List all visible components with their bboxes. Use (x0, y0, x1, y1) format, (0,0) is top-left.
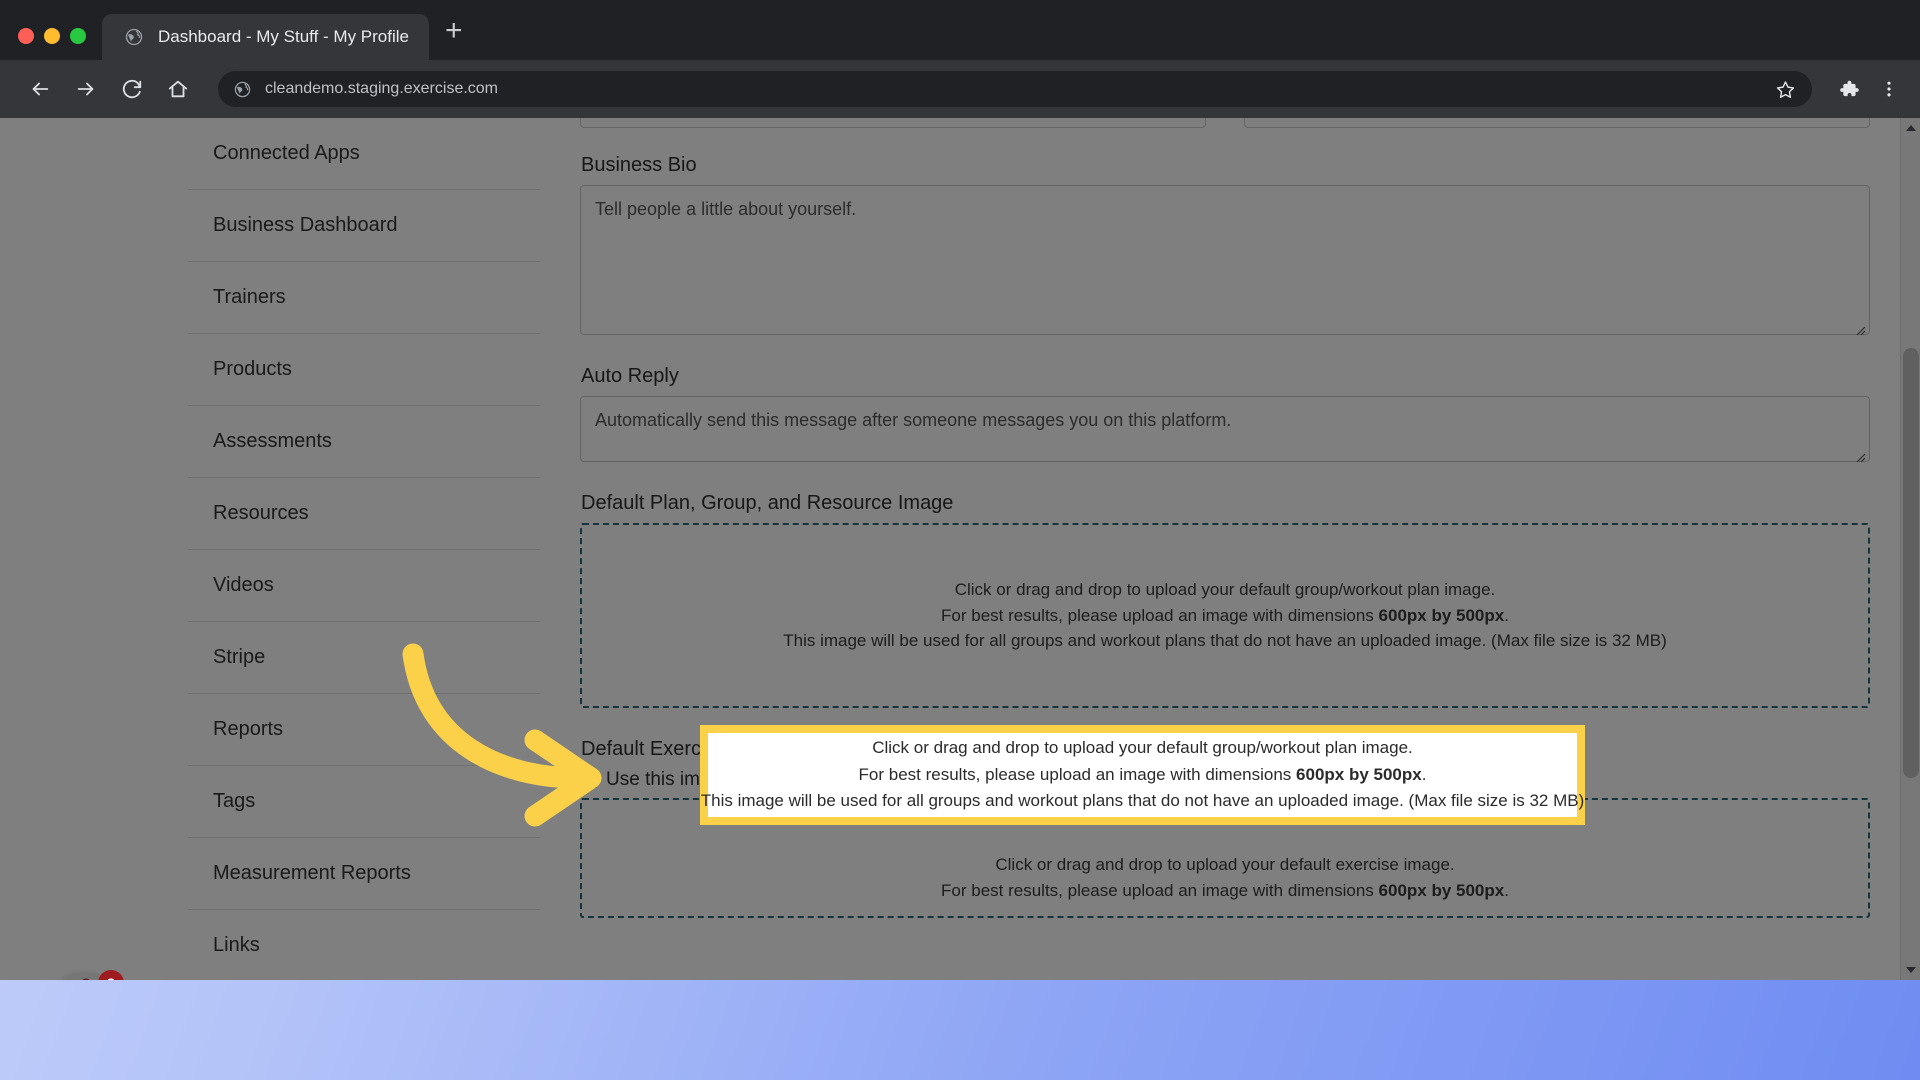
resize-grip-icon[interactable] (1854, 447, 1866, 463)
sidebar-item-label: Tags (213, 790, 256, 812)
page-scrollbar[interactable] (1900, 118, 1920, 980)
auto-reply-placeholder: Automatically send this message after so… (595, 410, 1232, 430)
desktop-background: Dashboard - My Stuff - My Profile + clea… (0, 0, 1920, 1080)
use-image-for-every-exercise-label: Use this image for every exercise, inclu… (606, 769, 1273, 790)
browser-tab[interactable]: Dashboard - My Stuff - My Profile (102, 14, 429, 60)
sidebar-item-products[interactable]: Products (188, 334, 540, 406)
reload-icon[interactable] (112, 69, 152, 109)
sidebar-item-label: Links (213, 934, 260, 956)
scrollbar-thumb[interactable] (1903, 348, 1919, 778)
sidebar-item-label: Business Dashboard (213, 214, 398, 236)
auto-reply-label: Auto Reply (581, 365, 679, 387)
arrow-left-icon[interactable] (20, 69, 60, 109)
business-bio-placeholder: Tell people a little about yourself. (595, 199, 857, 219)
sidebar-item-measurement-reports[interactable]: Measurement Reports (188, 838, 540, 910)
minimize-window-button[interactable] (44, 28, 60, 44)
sidebar-item-label: Stripe (213, 646, 266, 668)
web-page: Connected Apps Business Dashboard Traine… (0, 118, 1920, 980)
sidebar-item-label: Measurement Reports (213, 862, 411, 884)
sidebar-item-reports[interactable]: Reports (188, 694, 540, 766)
dropzone-line-3: This image will be used for all groups a… (783, 631, 1667, 651)
sidebar-item-label: Trainers (213, 286, 286, 308)
window-controls (0, 28, 102, 60)
sidebar-item-label: Videos (213, 574, 274, 596)
auto-reply-textarea[interactable]: Automatically send this message after so… (580, 396, 1870, 463)
three-dot-menu-icon[interactable] (1872, 72, 1906, 106)
partial-select-input-right[interactable] (1244, 118, 1870, 128)
maximize-window-button[interactable] (70, 28, 86, 44)
address-bar[interactable]: cleandemo.staging.exercise.com (218, 71, 1812, 107)
business-bio-textarea[interactable]: Tell people a little about yourself. (580, 185, 1870, 336)
dropzone-line-2-suffix: . (1504, 880, 1509, 900)
dropzone-line-1: Click or drag and drop to upload your de… (995, 855, 1455, 874)
sidebar-item-label: Products (213, 358, 292, 380)
sidebar-item-label: Connected Apps (213, 142, 360, 164)
sidebar-item-label: Assessments (213, 430, 332, 452)
resize-grip-icon[interactable] (1854, 320, 1866, 336)
browser-window: Dashboard - My Stuff - My Profile + clea… (0, 0, 1920, 980)
top-partial-input-row (580, 118, 1870, 128)
globe-icon (124, 27, 144, 47)
new-tab-button[interactable]: + (429, 16, 481, 60)
sidebar-item-resources[interactable]: Resources (188, 478, 540, 550)
sidebar-item-stripe[interactable]: Stripe (188, 622, 540, 694)
default-plan-image-field: Default Plan, Group, and Resource Image … (580, 492, 1870, 708)
dropzone-dimensions: 600px by 500px (1378, 880, 1505, 900)
dropzone-line-2-suffix: . (1504, 605, 1509, 625)
default-plan-image-dropzone[interactable]: Click or drag and drop to upload your de… (580, 523, 1870, 708)
dropzone-line-1: Click or drag and drop to upload your de… (954, 579, 1496, 599)
browser-tab-title: Dashboard - My Stuff - My Profile (158, 27, 409, 46)
sidebar-item-connected-apps[interactable]: Connected Apps (188, 118, 540, 190)
dropzone-line-2-prefix: For best results, please upload an image… (941, 605, 1379, 625)
page-viewport: Connected Apps Business Dashboard Traine… (0, 118, 1920, 980)
star-icon[interactable] (1772, 76, 1798, 102)
browser-tab-strip: Dashboard - My Stuff - My Profile + (0, 0, 1920, 60)
sidebar-nav-list: Connected Apps Business Dashboard Traine… (188, 118, 540, 980)
default-exercise-image-field: Default Exercise Image Use this image fo… (580, 738, 1870, 918)
close-window-button[interactable] (18, 28, 34, 44)
default-plan-image-label: Default Plan, Group, and Resource Image (581, 492, 954, 514)
settings-sidebar: Connected Apps Business Dashboard Traine… (0, 118, 540, 980)
arrow-right-icon[interactable] (66, 69, 106, 109)
partial-text-input-left[interactable] (580, 118, 1206, 128)
scroll-down-arrow-icon[interactable] (1901, 960, 1920, 980)
address-bar-url: cleandemo.staging.exercise.com (265, 80, 499, 97)
globe-icon (234, 80, 252, 98)
sidebar-item-tags[interactable]: Tags (188, 766, 540, 838)
use-image-for-every-exercise-checkbox[interactable] (582, 772, 597, 788)
default-exercise-image-label: Default Exercise Image (581, 738, 788, 760)
sidebar-item-assessments[interactable]: Assessments (188, 406, 540, 478)
dropzone-line-2-prefix: For best results, please upload an image… (941, 880, 1379, 900)
auto-reply-field: Auto Reply Automatically send this messa… (580, 365, 1870, 463)
browser-toolbar: cleandemo.staging.exercise.com (0, 60, 1920, 118)
sidebar-item-links[interactable]: Links (188, 910, 540, 980)
use-image-for-every-exercise-row[interactable]: Use this image for every exercise, inclu… (582, 769, 1870, 791)
home-icon[interactable] (158, 69, 198, 109)
default-exercise-image-dropzone[interactable]: Click or drag and drop to upload your de… (580, 798, 1870, 918)
sidebar-item-videos[interactable]: Videos (188, 550, 540, 622)
sidebar-item-business-dashboard[interactable]: Business Dashboard (188, 190, 540, 262)
puzzle-piece-icon[interactable] (1832, 72, 1866, 106)
sidebar-item-label: Resources (213, 502, 309, 524)
profile-settings-form: Business Bio Tell people a little about … (540, 118, 1900, 980)
dropzone-dimensions: 600px by 500px (1378, 605, 1505, 625)
business-bio-field: Business Bio Tell people a little about … (580, 154, 1870, 336)
business-bio-label: Business Bio (581, 154, 697, 176)
scroll-up-arrow-icon[interactable] (1901, 118, 1920, 138)
sidebar-item-label: Reports (213, 718, 284, 740)
dropzone-line-2: For best results, please upload an image… (941, 603, 1509, 629)
sidebar-item-trainers[interactable]: Trainers (188, 262, 540, 334)
dropzone-line-2: For best results, please upload an image… (941, 878, 1509, 904)
